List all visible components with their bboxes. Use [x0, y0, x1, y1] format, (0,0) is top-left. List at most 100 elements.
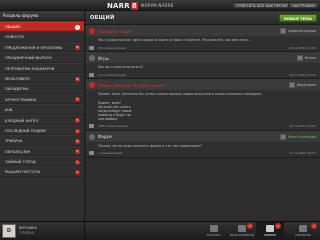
topic-item[interactable]: Заходите чаще! Администрация Мы с радостью…	[86, 25, 320, 53]
unread-count-badge: 5	[75, 97, 80, 103]
sidebar-item[interactable]: БЛЕДНЫЙ АНГЕЛ 5	[0, 114, 84, 125]
unread-count-badge: 8	[75, 76, 80, 82]
topic-snippet: Мы с радостью вас здесь видим и ждем отз…	[98, 38, 251, 42]
topic-author[interactable]: Blaytrooper	[288, 82, 316, 89]
author-avatar	[296, 55, 303, 62]
reply-count: 98 комментариев	[98, 45, 126, 50]
unread-count-badge: 2	[75, 128, 80, 134]
user-level: 3 ПОЛЬЗ.	[19, 231, 35, 235]
logo-word: NARR	[107, 1, 130, 10]
unread-count-badge: 8	[75, 138, 80, 144]
sidebar-item[interactable]: НОВОСТИ	[0, 31, 84, 42]
topic-header[interactable]: Форум Toma Кузнецова	[86, 131, 320, 142]
sidebar-item[interactable]: ТРИБУНА 8	[0, 135, 84, 146]
topic-meta: 98 комментариев 06.12.2012 21:56	[86, 44, 320, 51]
sidebar-item[interactable]: ПОСЛЕДНИЙ ПОДВИГ 2	[0, 124, 84, 136]
catalog-tab[interactable]: КАТАЛОГ	[200, 222, 228, 240]
topic-quote-preview: Привет, всем! Хотелось бы узнать когда в…	[98, 100, 132, 121]
topic-item[interactable]: Игры Nivhex Как вы к ним относитесь? 13 ком…	[86, 52, 320, 80]
nav-badge: 3	[275, 223, 281, 229]
topic-meta: 13 комментариев 20.12.2012 23:15	[86, 71, 320, 78]
sidebar-item[interactable]: ОБРАЗЕЦ №9 5	[0, 145, 84, 157]
forum-icon	[266, 225, 274, 232]
sidebar-item[interactable]: ХРОНОГРАФИКА 5	[0, 93, 84, 105]
bottom-navigation: D ВЕРОНИКА 3 ПОЛЬЗ. КАТАЛОГ МОИ КОМИКСЫ 3 Ф…	[0, 221, 320, 240]
topic-list-panel: ОБЩИЙ НОВАЯ ТЕМА Заходите чаще! Администр…	[86, 11, 320, 221]
topic-date: 27.12.2012 20:21	[289, 151, 316, 156]
section-header: ОБЩИЙ НОВАЯ ТЕМА	[86, 11, 320, 25]
sidebar-item[interactable]: ОБЩИЙ 6	[0, 21, 84, 32]
new-topic-button[interactable]: НОВАЯ ТЕМА	[278, 14, 317, 22]
catalog-icon	[210, 225, 218, 232]
sidebar-item-label: ПРАЗДНИЧНЫЙ ВЫПУСК	[5, 56, 52, 61]
sidebar-item-label: БЛЕДНЫЙ АНГЕЛ	[5, 118, 39, 123]
topic-date: 12.12.2012 23:59	[289, 124, 316, 129]
settings-button[interactable]: НАСТРОЙКИ	[288, 2, 319, 9]
sidebar-item-label: ХРОНОГРАФИКА	[5, 97, 37, 102]
author-name: Администрация	[288, 29, 316, 33]
sidebar-item[interactable]: ПАРАДИГМА	[0, 83, 84, 94]
sidebar-item-label: РЫЦАРИ ПУСТОТЫ	[5, 170, 41, 175]
topic-author[interactable]: Nivhex	[296, 55, 316, 62]
topic-author[interactable]: Администрация	[280, 28, 316, 34]
sidebar-item[interactable]: ТАЙНЫЙ ГОРОД 1	[0, 156, 84, 167]
sidebar-item-label: ПОСЛЕДНИЙ ПОДВИГ	[5, 128, 47, 133]
my-comics-tab[interactable]: МОИ КОМИКСЫ 3	[228, 222, 256, 240]
topic-item[interactable]: Новые комиксы. Когда и какие? Blaytrooper…	[86, 79, 320, 131]
topic-snippet: Почему же на надо посетить форум и что т…	[98, 143, 203, 148]
sidebar-item[interactable]: РЫЦАРИ ПУСТОТЫ 2	[0, 166, 84, 177]
unread-count-badge: 6	[75, 24, 80, 30]
reply-count: 13 комментариев	[98, 72, 126, 77]
forum-tab[interactable]: ФОРУМ 3	[256, 222, 284, 240]
author-name: Blaytrooper	[296, 83, 316, 88]
sidebar-item-label: МУЛЬТИВЕРС	[5, 76, 31, 81]
sidebar-item-label: ОБЩИЙ	[5, 25, 20, 29]
sidebar-item-label: ТРИБУНА	[5, 139, 23, 144]
topic-header[interactable]: Игры Nivhex	[86, 53, 320, 64]
topic-title[interactable]: Заходите чаще!	[98, 29, 132, 34]
comics-icon	[238, 225, 246, 232]
narr8-logo[interactable]: NARR 8	[107, 1, 138, 10]
topic-date: 06.12.2012 21:56	[289, 45, 316, 50]
nav-badge: 1	[311, 223, 317, 229]
topic-snippet: Как вы к ним относитесь?	[98, 65, 144, 70]
author-avatar	[280, 28, 287, 34]
sidebar-item[interactable]: ПЕТРОВАТИН КОШМАРОВ	[0, 62, 84, 73]
sidebar-item-label: НОВОСТИ	[5, 35, 24, 40]
unread-count-badge: 5	[75, 149, 80, 155]
topic-author[interactable]: Toma Кузнецова	[279, 133, 316, 140]
author-avatar	[288, 82, 295, 89]
profile-tab[interactable]: ПРОФИЛЬ 1	[286, 222, 320, 240]
user-profile-box[interactable]: D ВЕРОНИКА 3 ПОЛЬЗ.	[0, 222, 85, 240]
section-title: ОБЩИЙ	[90, 15, 115, 21]
sidebar-item-label: ПРЕДЛОЖЕНИЯ И ПРОБЛЕМЫ	[5, 45, 63, 50]
comment-icon	[89, 124, 94, 129]
unread-count-badge: 1	[75, 159, 80, 165]
topic-title[interactable]: Новые комиксы. Когда и какие?	[98, 83, 166, 88]
topic-header[interactable]: Заходите чаще! Администрация	[86, 26, 320, 36]
sidebar-item[interactable]: JAIN	[0, 104, 84, 115]
topic-snippet: Привет всем. Хотелось бы узнать сроки вы…	[98, 92, 263, 97]
sidebar-item[interactable]: МУЛЬТИВЕРС 8	[0, 72, 84, 84]
sidebar-item[interactable]: ПРЕДЛОЖЕНИЯ И ПРОБЛЕМЫ 8	[0, 41, 84, 53]
user-avatar: D	[2, 224, 16, 238]
sidebar-item-label: ТАЙНЫЙ ГОРОД	[5, 160, 36, 165]
nav-label: КАТАЛОГ	[206, 233, 222, 237]
topic-title[interactable]: Игры	[98, 56, 109, 61]
reply-count: 188 комментариев	[98, 124, 128, 129]
profile-icon	[299, 225, 307, 232]
topic-item[interactable]: Форум Toma Кузнецова Почему же на надо пос…	[86, 130, 320, 158]
sidebar-item[interactable]: ПРАЗДНИЧНЫЙ ВЫПУСК	[0, 52, 84, 63]
unread-count-badge: 2	[75, 170, 80, 176]
comment-icon	[89, 151, 94, 156]
forum-sections-sidebar: Разделы форума ОБЩИЙ 6 НОВОСТИ ПРЕДЛОЖЕНИЯ …	[0, 11, 85, 221]
topic-status-icon	[89, 82, 95, 89]
topic-meta: 1 комментарий 27.12.2012 20:21	[86, 150, 320, 157]
nav-label: ПРОФИЛЬ	[295, 233, 311, 237]
sidebar-item-label: ПЕТРОВАТИН КОШМАРОВ	[5, 66, 55, 71]
topic-date: 20.12.2012 23:15	[289, 72, 316, 77]
user-name: ВЕРОНИКА	[19, 226, 37, 230]
topic-title[interactable]: Форум	[98, 134, 112, 139]
topic-status-icon	[89, 133, 95, 140]
topic-header[interactable]: Новые комиксы. Когда и какие? Blaytrooper	[86, 80, 320, 91]
